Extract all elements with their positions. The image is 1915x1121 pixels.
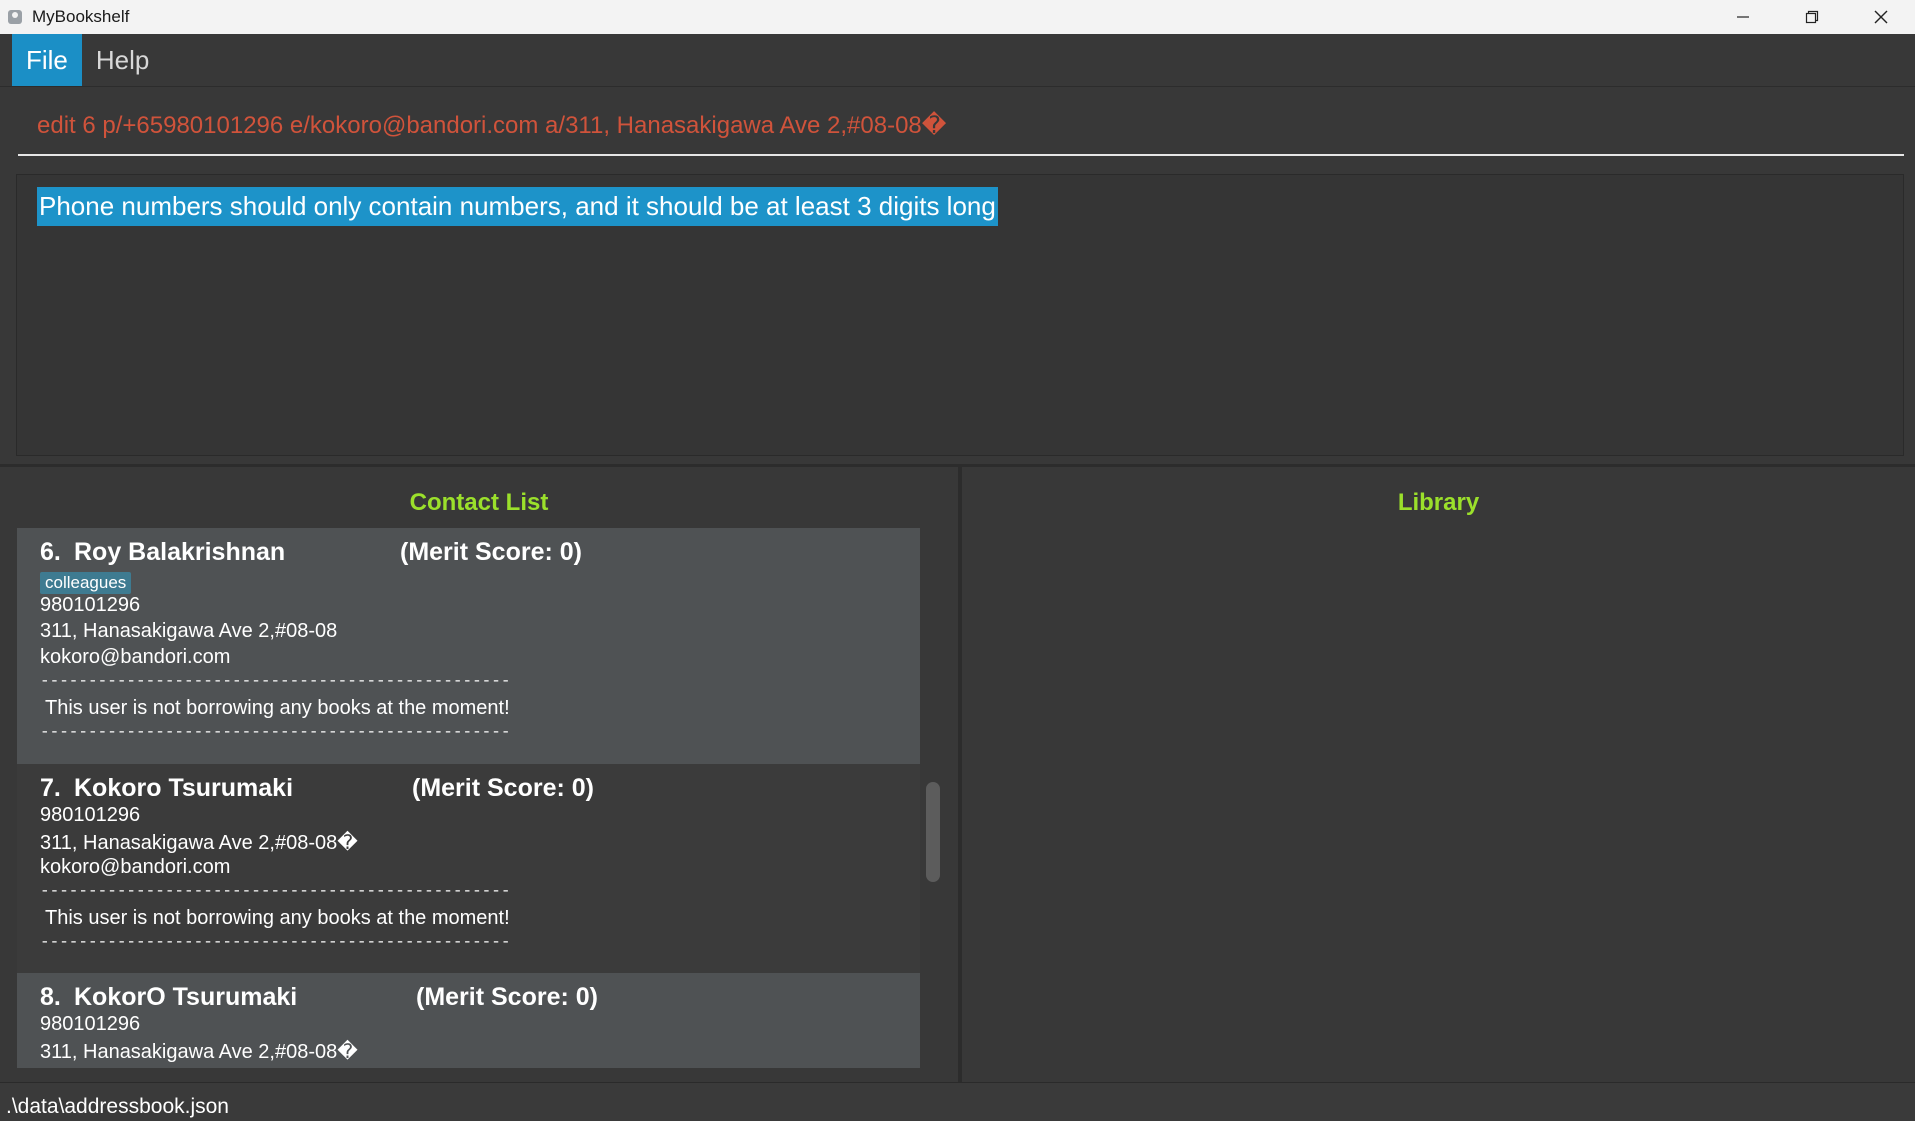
contact-card[interactable]: 7. Kokoro Tsurumaki (Merit Score: 0) 980… bbox=[17, 764, 920, 974]
borrow-status: This user is not borrowing any books at … bbox=[45, 907, 510, 929]
window-controls bbox=[1708, 0, 1915, 34]
contact-card[interactable]: 8. KokorO Tsurumaki (Merit Score: 0) 980… bbox=[17, 973, 920, 1068]
tag-badge: colleagues bbox=[40, 572, 132, 594]
contact-list-scrollbar[interactable] bbox=[920, 528, 944, 1068]
scrollbar-thumb[interactable] bbox=[926, 782, 940, 882]
menu-file[interactable]: File bbox=[12, 34, 82, 86]
close-button[interactable] bbox=[1846, 0, 1915, 34]
command-text: edit 6 p/+65980101296 e/kokoro@bandori.c… bbox=[37, 111, 947, 139]
contact-name: Roy Balakrishnan bbox=[74, 538, 286, 566]
library-panel: Library bbox=[962, 467, 1915, 1082]
contact-email: kokoro@bandori.com bbox=[40, 856, 231, 878]
contact-phone: 980101296 bbox=[40, 804, 141, 826]
contact-list-title: Contact List bbox=[409, 489, 549, 516]
merit-score: (Merit Score: 0) bbox=[412, 774, 594, 802]
contact-card[interactable]: 6. Roy Balakrishnan (Merit Score: 0) col… bbox=[17, 528, 920, 771]
contact-address: 311, Hanasakigawa Ave 2,#08-08� bbox=[40, 832, 358, 854]
menu-bar: File Help bbox=[0, 34, 1915, 87]
separator-line: ----------------------------------------… bbox=[40, 672, 510, 690]
restore-icon bbox=[1805, 10, 1818, 24]
separator-line: ----------------------------------------… bbox=[40, 933, 510, 951]
contact-phone: 980101296 bbox=[40, 1013, 141, 1035]
merit-score: (Merit Score: 0) bbox=[400, 538, 582, 566]
result-display[interactable]: Phone numbers should only contain number… bbox=[16, 174, 1904, 456]
minimize-icon bbox=[1736, 16, 1749, 18]
close-icon bbox=[1874, 10, 1887, 24]
borrow-status: This user is not borrowing any books at … bbox=[45, 697, 510, 719]
command-input[interactable]: edit 6 p/+65980101296 e/kokoro@bandori.c… bbox=[18, 96, 1904, 156]
contact-name: Kokoro Tsurumaki bbox=[74, 774, 294, 802]
contact-address: 311, Hanasakigawa Ave 2,#08-08� bbox=[40, 1041, 358, 1063]
contact-phone: 980101296 bbox=[40, 594, 141, 616]
contact-index: 8. bbox=[40, 983, 61, 1011]
app-icon bbox=[8, 10, 22, 24]
separator-line: ----------------------------------------… bbox=[40, 882, 510, 900]
contact-address: 311, Hanasakigawa Ave 2,#08-08 bbox=[40, 620, 338, 642]
contact-index: 6. bbox=[40, 538, 61, 566]
title-bar: MyBookshelf bbox=[0, 0, 1915, 34]
contact-list-panel: Contact List 6. Roy Balakrishnan (Merit … bbox=[0, 467, 958, 1082]
menu-help[interactable]: Help bbox=[82, 34, 163, 87]
window-title: MyBookshelf bbox=[32, 7, 130, 26]
contact-list[interactable]: 6. Roy Balakrishnan (Merit Score: 0) col… bbox=[17, 528, 920, 1068]
contact-name: KokorO Tsurumaki bbox=[74, 983, 298, 1011]
save-location: .\data\addressbook.json bbox=[6, 1095, 229, 1118]
separator-line: ----------------------------------------… bbox=[40, 723, 510, 741]
library-title: Library bbox=[1397, 489, 1480, 516]
status-bar: .\data\addressbook.json bbox=[0, 1082, 1915, 1121]
minimize-button[interactable] bbox=[1708, 0, 1777, 34]
contact-index: 7. bbox=[40, 774, 61, 802]
result-message: Phone numbers should only contain number… bbox=[37, 187, 998, 226]
merit-score: (Merit Score: 0) bbox=[416, 983, 598, 1011]
contact-email: kokoro@bandori.com bbox=[40, 646, 231, 668]
restore-button[interactable] bbox=[1777, 0, 1846, 34]
